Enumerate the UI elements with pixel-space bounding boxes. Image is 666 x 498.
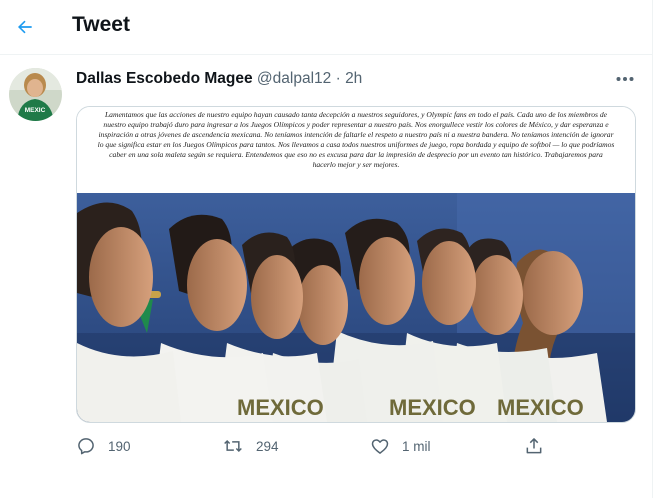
back-button[interactable] [10,12,40,42]
avatar-jersey-text: MEXIC [25,107,46,114]
arrow-left-icon [18,20,32,34]
share-button[interactable] [524,432,544,460]
retweet-count: 294 [256,438,279,454]
heart-icon [371,439,389,454]
avatar-image: MEXIC [9,68,62,121]
time-separator: · [335,70,341,87]
jersey-text-3: MEXICO [497,395,584,420]
jersey-text-1: MEXICO [237,395,324,420]
retweet-button[interactable]: 294 [222,432,279,460]
tweet-time[interactable]: 2h [345,70,362,87]
tweet-page: Tweet MEXIC Dallas Escobedo Magee @dalpa… [0,0,653,498]
statement-text: Lamentamos que las acciones de nuestro e… [77,107,635,193]
author-handle[interactable]: @dalpal12 [257,70,331,87]
avatar[interactable]: MEXIC [9,68,62,121]
reply-count: 190 [108,438,131,454]
author-name[interactable]: Dallas Escobedo Magee [76,70,253,87]
tweet-media[interactable]: Lamentamos que las acciones de nuestro e… [76,106,636,423]
like-button[interactable]: 1 mil [370,432,431,460]
jersey-lettering: MEXICO MEXICO MEXICO [237,395,584,420]
team-photo: MEXICO MEXICO MEXICO [77,193,635,422]
more-button[interactable] [610,68,640,90]
jersey-text-2: MEXICO [389,395,476,420]
more-horizontal-icon [616,77,634,81]
page-title: Tweet [72,13,130,36]
reply-icon [78,438,94,455]
page-header: Tweet [0,0,652,55]
like-count: 1 mil [402,438,431,454]
share-icon [526,438,542,454]
author-line: Dallas Escobedo Magee @dalpal12 · 2h [76,70,362,88]
reply-button[interactable]: 190 [76,432,131,460]
retweet-icon [224,439,242,453]
action-bar: 190 294 1 mil [76,432,636,462]
